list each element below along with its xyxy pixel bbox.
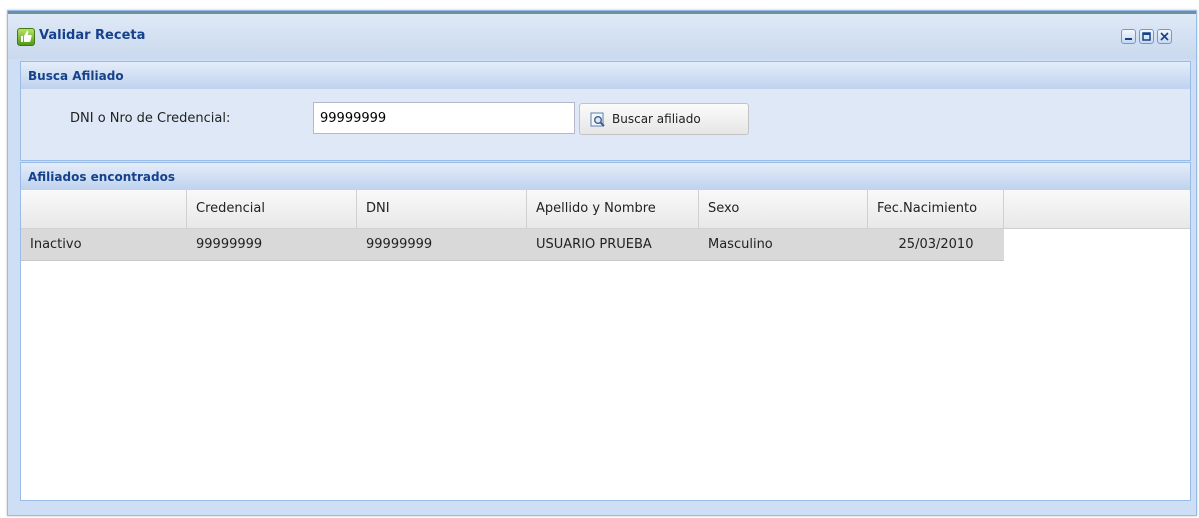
search-panel-body: DNI o Nro de Credencial: Buscar afiliado	[20, 89, 1191, 161]
search-icon	[590, 112, 606, 132]
minimize-button[interactable]	[1121, 29, 1136, 44]
cell-apellido-nombre: USUARIO PRUEBA	[536, 237, 652, 252]
buscar-afiliado-button[interactable]: Buscar afiliado	[579, 103, 749, 135]
close-icon	[1160, 32, 1169, 41]
dni-field-label: DNI o Nro de Credencial:	[70, 111, 231, 126]
window-header[interactable]: Validar Receta	[8, 11, 1196, 59]
results-panel-title: Afiliados encontrados	[28, 170, 175, 184]
cell-credencial: 99999999	[196, 237, 263, 252]
column-header-apellido-nombre[interactable]: Apellido y Nombre	[527, 190, 699, 228]
dni-input[interactable]	[313, 102, 575, 134]
maximize-button[interactable]	[1139, 29, 1154, 44]
cell-status: Inactivo	[30, 237, 82, 252]
column-header-fec-nacimiento[interactable]: Fec.Nacimiento	[868, 190, 1004, 228]
search-panel-header: Busca Afiliado	[20, 61, 1191, 90]
minimize-icon	[1125, 38, 1132, 40]
column-header-dni[interactable]: DNI	[357, 190, 527, 228]
grid-header-row: Credencial DNI Apellido y Nombre Sexo Fe…	[21, 190, 1190, 229]
validar-receta-window: Validar Receta Busca Afiliado DNI o Nro …	[7, 10, 1197, 516]
column-header-credencial[interactable]: Credencial	[187, 190, 357, 228]
table-row[interactable]: Inactivo 99999999 99999999 USUARIO PRUEB…	[21, 229, 1004, 261]
results-panel-header: Afiliados encontrados	[20, 162, 1191, 191]
column-header-sexo[interactable]: Sexo	[699, 190, 868, 228]
afiliados-grid: Credencial DNI Apellido y Nombre Sexo Fe…	[20, 190, 1191, 501]
cell-fec-nacimiento: 25/03/2010	[898, 237, 974, 252]
buscar-afiliado-label: Buscar afiliado	[612, 112, 701, 126]
thumbs-up-icon	[17, 28, 35, 46]
cell-dni: 99999999	[366, 237, 433, 252]
window-title: Validar Receta	[39, 28, 146, 43]
cell-sexo: Masculino	[708, 237, 773, 252]
maximize-icon	[1142, 32, 1151, 41]
close-button[interactable]	[1157, 29, 1172, 44]
column-header-status[interactable]	[21, 190, 187, 228]
search-panel-title: Busca Afiliado	[28, 69, 124, 83]
